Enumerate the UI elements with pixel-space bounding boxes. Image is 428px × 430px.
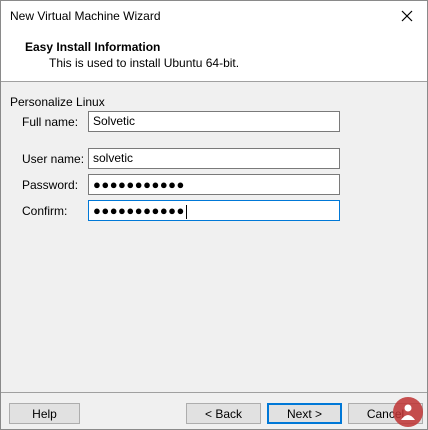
password-input[interactable]: ●●●●●●●●●●● [88,174,340,195]
window-title: New Virtual Machine Wizard [10,9,161,23]
full-name-value: Solvetic [93,114,136,128]
confirm-label: Confirm: [22,204,68,218]
person-logo-svg [401,404,415,420]
password-label: Password: [22,178,79,192]
person-logo-icon [393,397,423,427]
wizard-window: New Virtual Machine Wizard Easy Install … [0,0,428,430]
footer-divider [1,392,427,393]
user-name-label: User name: [22,152,85,166]
help-button[interactable]: Help [9,403,80,424]
confirm-input[interactable]: ●●●●●●●●●●● [88,200,340,221]
user-name-input[interactable]: solvetic [88,148,340,169]
confirm-value: ●●●●●●●●●●● [93,203,185,218]
full-name-label: Full name: [22,115,79,129]
page-subtitle: This is used to install Ubuntu 64-bit. [49,56,240,70]
password-value: ●●●●●●●●●●● [93,177,185,192]
full-name-input[interactable]: Solvetic [88,111,340,132]
next-button[interactable]: Next > [267,403,342,424]
close-button[interactable] [387,1,427,31]
wizard-header: Easy Install Information This is used to… [1,33,427,81]
back-button[interactable]: < Back [186,403,261,424]
group-label: Personalize Linux [10,95,105,109]
user-name-value: solvetic [93,151,134,165]
title-bar[interactable]: New Virtual Machine Wizard [1,1,427,33]
page-title: Easy Install Information [25,40,161,54]
header-divider [1,81,427,82]
text-caret [185,204,187,219]
close-icon [401,10,413,22]
